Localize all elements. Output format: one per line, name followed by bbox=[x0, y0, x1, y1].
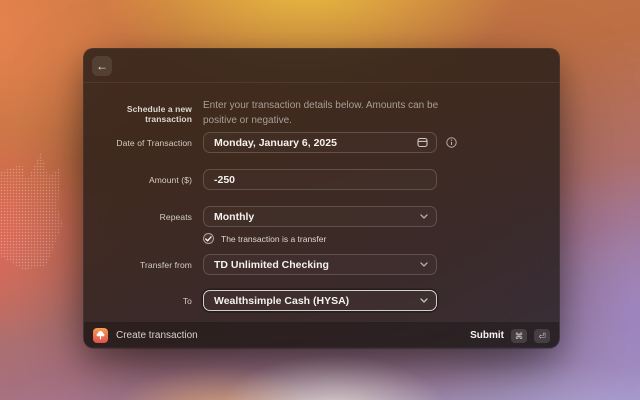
checkbox-check-icon bbox=[205, 236, 212, 242]
date-input[interactable] bbox=[203, 132, 437, 153]
transfer-checkbox[interactable] bbox=[203, 233, 214, 244]
chevron-down-icon bbox=[420, 214, 428, 219]
form-description: Enter your transaction details below. Am… bbox=[203, 98, 445, 128]
transfer-to-field-label: To bbox=[88, 296, 192, 306]
chevron-down-icon bbox=[420, 298, 428, 303]
transfer-checkbox-row[interactable]: The transaction is a transfer bbox=[203, 233, 326, 244]
repeats-field-label: Repeats bbox=[88, 212, 192, 222]
amount-input-field[interactable] bbox=[214, 174, 428, 186]
date-info-icon[interactable] bbox=[444, 135, 458, 149]
amount-field-label: Amount ($) bbox=[88, 175, 192, 185]
modal-header: ← bbox=[84, 49, 559, 83]
return-key-icon: ⏎ bbox=[534, 329, 550, 343]
submit-button[interactable]: Submit bbox=[470, 330, 504, 341]
modal-footer: Create transaction Submit ⌘ ⏎ bbox=[84, 321, 559, 349]
transaction-modal: ← Schedule a new transaction Enter your … bbox=[83, 48, 560, 348]
transfer-to-select[interactable]: Wealthsimple Cash (HYSA) bbox=[203, 290, 437, 311]
footer-app-info: Create transaction bbox=[93, 328, 198, 343]
footer-submit-area: Submit ⌘ ⏎ bbox=[470, 329, 550, 343]
background-noise-texture bbox=[0, 150, 78, 270]
repeats-selected-value: Monthly bbox=[214, 211, 254, 223]
repeats-select[interactable]: Monthly bbox=[203, 206, 437, 227]
calendar-icon[interactable] bbox=[417, 137, 428, 148]
transfer-from-select[interactable]: TD Unlimited Checking bbox=[203, 254, 437, 275]
amount-input[interactable] bbox=[203, 169, 437, 190]
command-key-icon: ⌘ bbox=[511, 329, 527, 343]
back-arrow-icon: ← bbox=[96, 59, 108, 73]
back-button[interactable]: ← bbox=[92, 56, 112, 76]
chevron-down-icon bbox=[420, 262, 428, 267]
app-logo-icon bbox=[93, 328, 108, 343]
section-label: Schedule a new transaction bbox=[88, 104, 192, 124]
date-input-field[interactable] bbox=[214, 137, 417, 149]
transfer-from-field-label: Transfer from bbox=[88, 260, 192, 270]
date-field-label: Date of Transaction bbox=[88, 138, 192, 148]
desktop-background: ← Schedule a new transaction Enter your … bbox=[0, 0, 640, 400]
transfer-to-selected-value: Wealthsimple Cash (HYSA) bbox=[214, 295, 349, 307]
transfer-checkbox-label: The transaction is a transfer bbox=[221, 234, 326, 244]
transfer-from-selected-value: TD Unlimited Checking bbox=[214, 259, 329, 271]
footer-title: Create transaction bbox=[116, 330, 198, 341]
